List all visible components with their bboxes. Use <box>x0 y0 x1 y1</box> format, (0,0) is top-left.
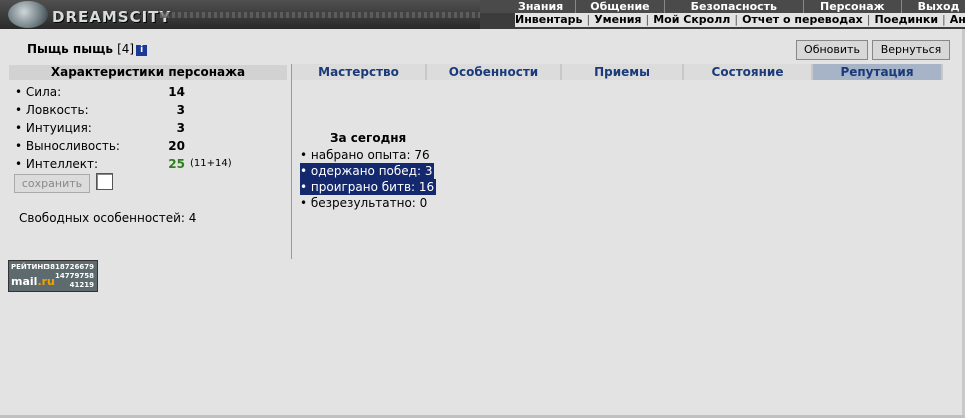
rating-counter[interactable]: РЕЙТИНГ 3818726679 14779758 41219 mail.r… <box>8 260 98 292</box>
logo-text: DREAMSCITY <box>52 8 172 26</box>
today-list: • набрано опыта: 76 • одержано побед: 3 … <box>300 147 437 211</box>
stat-row-agility: • Ловкость: 3 <box>15 101 285 119</box>
nav-knowledge[interactable]: Знания <box>480 0 577 13</box>
today-item-losses: • проиграно битв: 16 <box>300 179 437 195</box>
main-nav: Знания Общение Безопасность Персонаж Вых… <box>480 0 965 13</box>
today-item-experience: • набрано опыта: 76 <box>300 147 436 163</box>
sub-nav: Инвентарь | Умения | Мой Скролл | Отчет о п… <box>515 13 965 27</box>
subnav-fights[interactable]: Поединки <box>874 13 938 27</box>
today-item-text: • безрезультатно: 0 <box>300 196 428 210</box>
save-button[interactable]: сохранить <box>14 174 90 193</box>
subnav-profile[interactable]: Анкета <box>950 13 965 27</box>
today-heading: За сегодня <box>330 131 407 145</box>
stat-label: • Интеллект: <box>15 157 99 171</box>
today-item-text: • проиграно битв: 16 <box>300 179 437 195</box>
subnav-separator: | <box>942 13 946 26</box>
character-name: Пыщь пыщь [4] i <box>27 42 148 56</box>
tab-features[interactable]: Особенности <box>427 64 562 80</box>
nav-communication[interactable]: Общение <box>576 0 665 13</box>
logo[interactable]: DREAMSCITY <box>0 0 480 29</box>
stat-value: 20 <box>168 139 185 153</box>
mailru-logo: mail.ru <box>11 275 55 288</box>
stat-value: 3 <box>176 121 185 135</box>
subnav-separator: | <box>866 13 871 26</box>
subnav-inventory[interactable]: Инвентарь <box>515 13 582 27</box>
logo-decoration <box>160 12 480 18</box>
today-item-text: • одержано побед: 3 <box>300 163 435 179</box>
tab-mastery[interactable]: Мастерство <box>292 64 427 80</box>
stats-panel-title: Характеристики персонажа <box>9 65 287 80</box>
today-item-wins: • одержано побед: 3 <box>300 163 436 179</box>
stat-row-stamina: • Выносливость: 20 <box>15 137 285 155</box>
counter-label: РЕЙТИНГ <box>11 263 48 271</box>
stat-row-strength: • Сила: 14 <box>15 83 285 101</box>
nav-security[interactable]: Безопасность <box>665 0 804 13</box>
counter-number-3: 41219 <box>69 281 94 289</box>
tab-reputation[interactable]: Репутация <box>813 64 943 80</box>
stat-value: 3 <box>176 103 185 117</box>
nav-character[interactable]: Персонаж <box>804 0 902 13</box>
save-checkbox[interactable] <box>96 173 113 190</box>
mailru-logo-suffix: .ru <box>37 275 55 288</box>
back-button[interactable]: Вернуться <box>872 40 950 60</box>
today-item-draws: • безрезультатно: 0 <box>300 195 436 211</box>
stat-row-intellect: • Интеллект: 25 (11+14) <box>15 155 285 173</box>
subnav-my-scroll[interactable]: Мой Скролл <box>653 13 730 27</box>
character-name-text: Пыщь пыщь <box>27 42 113 56</box>
subnav-separator: | <box>734 13 739 26</box>
panel-divider <box>291 64 292 259</box>
subnav-separator: | <box>586 13 591 26</box>
stat-value: 14 <box>168 85 185 99</box>
character-level: [4] <box>117 42 135 56</box>
stat-value: 25 <box>168 157 185 171</box>
free-points: Свободных особенностей: 4 <box>19 211 197 225</box>
nav-exit[interactable]: Выход <box>902 0 965 13</box>
subnav-skills[interactable]: Умения <box>594 13 641 27</box>
subnav-separator: | <box>645 13 650 26</box>
counter-number-1: 3818726679 <box>45 263 94 271</box>
refresh-button[interactable]: Обновить <box>796 40 868 60</box>
today-item-text: • набрано опыта: 76 <box>300 148 430 162</box>
tab-bar: Мастерство Особенности Приемы Состояние … <box>292 64 943 80</box>
stats-list: • Сила: 14 • Ловкость: 3 • Интуиция: 3 •… <box>15 83 285 173</box>
counter-number-2: 14779758 <box>55 272 94 280</box>
stat-label: • Интуиция: <box>15 121 92 135</box>
stat-label: • Ловкость: <box>15 103 89 117</box>
stat-extra: (11+14) <box>190 158 232 169</box>
tab-techniques[interactable]: Приемы <box>562 64 684 80</box>
tab-status[interactable]: Состояние <box>684 64 813 80</box>
logo-emblem-icon <box>8 1 48 28</box>
mailru-logo-text: mail <box>11 275 38 288</box>
subnav-transfers[interactable]: Отчет о переводах <box>742 13 863 27</box>
info-icon[interactable]: i <box>136 45 148 56</box>
stat-label: • Выносливость: <box>15 139 120 153</box>
stat-row-intuition: • Интуиция: 3 <box>15 119 285 137</box>
stat-label: • Сила: <box>15 85 62 99</box>
